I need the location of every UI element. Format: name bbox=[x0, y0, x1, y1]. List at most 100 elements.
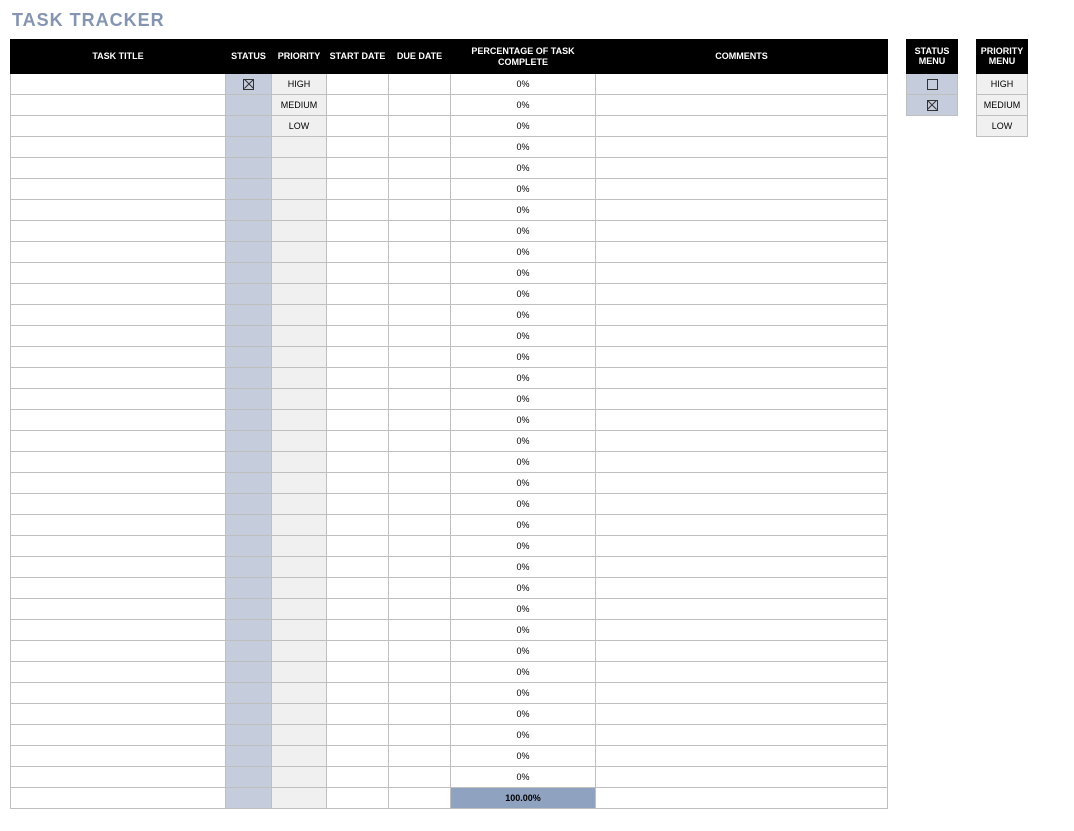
priority-cell[interactable] bbox=[272, 221, 327, 242]
total-priority-cell[interactable] bbox=[272, 788, 327, 809]
pct-complete-cell[interactable]: 0% bbox=[451, 557, 596, 578]
task-title-cell[interactable] bbox=[11, 137, 226, 158]
status-cell[interactable] bbox=[226, 578, 272, 599]
comments-cell[interactable] bbox=[596, 704, 888, 725]
priority-cell[interactable] bbox=[272, 536, 327, 557]
comments-cell[interactable] bbox=[596, 200, 888, 221]
task-title-cell[interactable] bbox=[11, 389, 226, 410]
due-date-cell[interactable] bbox=[389, 557, 451, 578]
pct-complete-cell[interactable]: 0% bbox=[451, 158, 596, 179]
due-date-cell[interactable] bbox=[389, 158, 451, 179]
pct-complete-cell[interactable]: 0% bbox=[451, 704, 596, 725]
priority-cell[interactable] bbox=[272, 494, 327, 515]
pct-complete-cell[interactable]: 0% bbox=[451, 137, 596, 158]
task-title-cell[interactable] bbox=[11, 284, 226, 305]
task-title-cell[interactable] bbox=[11, 368, 226, 389]
due-date-cell[interactable] bbox=[389, 431, 451, 452]
start-date-cell[interactable] bbox=[327, 347, 389, 368]
comments-cell[interactable] bbox=[596, 725, 888, 746]
priority-cell[interactable] bbox=[272, 515, 327, 536]
task-title-cell[interactable] bbox=[11, 410, 226, 431]
priority-menu-item[interactable]: MEDIUM bbox=[977, 95, 1028, 116]
due-date-cell[interactable] bbox=[389, 200, 451, 221]
priority-cell[interactable] bbox=[272, 452, 327, 473]
comments-cell[interactable] bbox=[596, 389, 888, 410]
start-date-cell[interactable] bbox=[327, 599, 389, 620]
status-cell[interactable] bbox=[226, 515, 272, 536]
due-date-cell[interactable] bbox=[389, 767, 451, 788]
priority-menu-item[interactable]: HIGH bbox=[977, 74, 1028, 95]
status-cell[interactable] bbox=[226, 494, 272, 515]
start-date-cell[interactable] bbox=[327, 683, 389, 704]
status-cell[interactable] bbox=[226, 74, 272, 95]
task-title-cell[interactable] bbox=[11, 536, 226, 557]
priority-cell[interactable] bbox=[272, 179, 327, 200]
start-date-cell[interactable] bbox=[327, 305, 389, 326]
due-date-cell[interactable] bbox=[389, 662, 451, 683]
priority-cell[interactable]: HIGH bbox=[272, 74, 327, 95]
start-date-cell[interactable] bbox=[327, 137, 389, 158]
due-date-cell[interactable] bbox=[389, 95, 451, 116]
start-date-cell[interactable] bbox=[327, 536, 389, 557]
priority-cell[interactable] bbox=[272, 641, 327, 662]
start-date-cell[interactable] bbox=[327, 704, 389, 725]
priority-cell[interactable] bbox=[272, 557, 327, 578]
start-date-cell[interactable] bbox=[327, 158, 389, 179]
start-date-cell[interactable] bbox=[327, 200, 389, 221]
task-title-cell[interactable] bbox=[11, 326, 226, 347]
due-date-cell[interactable] bbox=[389, 746, 451, 767]
start-date-cell[interactable] bbox=[327, 326, 389, 347]
status-cell[interactable] bbox=[226, 641, 272, 662]
due-date-cell[interactable] bbox=[389, 473, 451, 494]
start-date-cell[interactable] bbox=[327, 452, 389, 473]
total-due-cell[interactable] bbox=[389, 788, 451, 809]
start-date-cell[interactable] bbox=[327, 242, 389, 263]
task-title-cell[interactable] bbox=[11, 515, 226, 536]
task-title-cell[interactable] bbox=[11, 725, 226, 746]
comments-cell[interactable] bbox=[596, 515, 888, 536]
start-date-cell[interactable] bbox=[327, 410, 389, 431]
status-cell[interactable] bbox=[226, 431, 272, 452]
status-cell[interactable] bbox=[226, 347, 272, 368]
start-date-cell[interactable] bbox=[327, 116, 389, 137]
priority-cell[interactable] bbox=[272, 599, 327, 620]
comments-cell[interactable] bbox=[596, 347, 888, 368]
pct-complete-cell[interactable]: 0% bbox=[451, 725, 596, 746]
comments-cell[interactable] bbox=[596, 431, 888, 452]
total-pct-cell[interactable]: 100.00% bbox=[451, 788, 596, 809]
due-date-cell[interactable] bbox=[389, 494, 451, 515]
pct-complete-cell[interactable]: 0% bbox=[451, 284, 596, 305]
comments-cell[interactable] bbox=[596, 137, 888, 158]
due-date-cell[interactable] bbox=[389, 515, 451, 536]
comments-cell[interactable] bbox=[596, 410, 888, 431]
start-date-cell[interactable] bbox=[327, 725, 389, 746]
status-menu-item[interactable] bbox=[907, 74, 958, 95]
status-cell[interactable] bbox=[226, 410, 272, 431]
start-date-cell[interactable] bbox=[327, 473, 389, 494]
start-date-cell[interactable] bbox=[327, 389, 389, 410]
start-date-cell[interactable] bbox=[327, 662, 389, 683]
comments-cell[interactable] bbox=[596, 263, 888, 284]
priority-cell[interactable] bbox=[272, 389, 327, 410]
priority-cell[interactable] bbox=[272, 200, 327, 221]
pct-complete-cell[interactable]: 0% bbox=[451, 746, 596, 767]
total-start-cell[interactable] bbox=[327, 788, 389, 809]
due-date-cell[interactable] bbox=[389, 683, 451, 704]
task-title-cell[interactable] bbox=[11, 221, 226, 242]
status-cell[interactable] bbox=[226, 326, 272, 347]
status-cell[interactable] bbox=[226, 662, 272, 683]
task-title-cell[interactable] bbox=[11, 473, 226, 494]
comments-cell[interactable] bbox=[596, 158, 888, 179]
start-date-cell[interactable] bbox=[327, 557, 389, 578]
status-cell[interactable] bbox=[226, 242, 272, 263]
priority-cell[interactable] bbox=[272, 137, 327, 158]
start-date-cell[interactable] bbox=[327, 620, 389, 641]
comments-cell[interactable] bbox=[596, 578, 888, 599]
status-cell[interactable] bbox=[226, 452, 272, 473]
priority-cell[interactable] bbox=[272, 305, 327, 326]
status-cell[interactable] bbox=[226, 368, 272, 389]
start-date-cell[interactable] bbox=[327, 641, 389, 662]
status-cell[interactable] bbox=[226, 620, 272, 641]
priority-cell[interactable] bbox=[272, 767, 327, 788]
start-date-cell[interactable] bbox=[327, 74, 389, 95]
